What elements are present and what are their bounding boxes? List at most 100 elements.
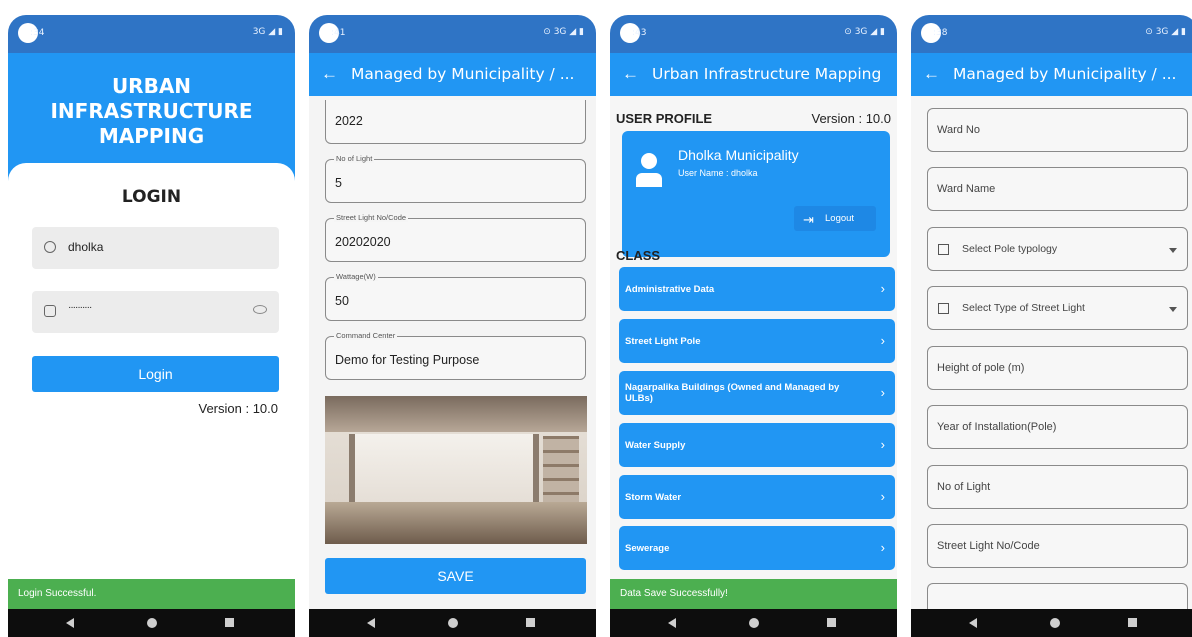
network-type: 3G xyxy=(1155,27,1169,37)
app-bar-title: Managed by Municipality / ... xyxy=(351,65,575,83)
class-item-nagarpalika-buildings[interactable]: Nagarpalika Buildings (Owned and Managed… xyxy=(619,371,895,415)
app-title-line1: URBAN INFRASTRUCTURE xyxy=(50,74,253,123)
dashboard-screen: :43 ⊙ 3G ◢ ▮ ← Urban Infrastructure Mapp… xyxy=(610,15,897,637)
avatar-body xyxy=(636,173,662,187)
photo-window xyxy=(349,434,539,504)
status-time: :41 xyxy=(331,28,346,38)
status-bar: :41 ⊙ 3G ◢ ▮ xyxy=(309,15,596,53)
year-field[interactable]: 2022 xyxy=(325,100,586,144)
app-bar-title: Urban Infrastructure Mapping xyxy=(652,65,882,83)
logout-icon: ⇥ xyxy=(803,212,814,227)
street-light-code-field[interactable]: Street Light No/Code xyxy=(927,524,1188,568)
nav-home-icon[interactable] xyxy=(147,618,157,628)
chevron-right-icon: › xyxy=(880,281,885,296)
back-arrow-icon[interactable]: ← xyxy=(622,64,639,84)
logout-label: Logout xyxy=(825,213,855,224)
ward-name-field[interactable]: Ward Name xyxy=(927,167,1188,211)
chevron-right-icon: › xyxy=(880,333,885,348)
captured-photo xyxy=(325,396,587,544)
class-item-label: Nagarpalika Buildings (Owned and Managed… xyxy=(625,382,840,404)
username-value: dholka xyxy=(68,240,104,254)
app-title: URBAN INFRASTRUCTURE MAPPING xyxy=(8,74,295,149)
signal-battery-indicator: 3G ◢ ▮ xyxy=(252,27,283,37)
field-placeholder: Street Light No/Code xyxy=(937,540,1040,552)
class-item-sewerage[interactable]: Sewerage › xyxy=(619,526,895,570)
field-label: Street Light No/Code xyxy=(334,213,409,222)
command-center-field[interactable]: Command Center Demo for Testing Purpose xyxy=(325,331,586,380)
nav-recents-icon[interactable] xyxy=(1128,618,1137,627)
field-value: 5 xyxy=(335,176,342,190)
chevron-right-icon: › xyxy=(880,489,885,504)
user-avatar-icon xyxy=(636,153,662,193)
lock-icon xyxy=(44,305,56,317)
class-item-administrative-data[interactable]: Administrative Data › xyxy=(619,267,895,311)
nav-back-icon[interactable] xyxy=(367,618,375,628)
snackbar: Login Successful. xyxy=(8,579,295,609)
app-bar: ← Urban Infrastructure Mapping xyxy=(610,53,897,96)
dropdown-placeholder: Select Type of Street Light xyxy=(962,302,1085,314)
nav-back-icon[interactable] xyxy=(66,618,74,628)
list-icon xyxy=(938,303,949,314)
height-of-pole-field[interactable]: Height of pole (m) xyxy=(927,346,1188,390)
class-item-label: Water Supply xyxy=(625,439,686,451)
signal-battery-indicator: ⊙ 3G ◢ ▮ xyxy=(844,27,885,37)
app-bar: ← Managed by Municipality / ... xyxy=(309,53,596,96)
status-bar: :34 3G ◢ ▮ xyxy=(8,15,295,53)
field-value: 2022 xyxy=(335,114,363,128)
back-arrow-icon[interactable]: ← xyxy=(321,64,338,84)
no-of-light-field[interactable]: No of Light xyxy=(927,465,1188,509)
nav-home-icon[interactable] xyxy=(749,618,759,628)
nav-home-icon[interactable] xyxy=(448,618,458,628)
nav-back-icon[interactable] xyxy=(668,618,676,628)
field-placeholder: No of Light xyxy=(937,481,991,493)
save-button[interactable]: SAVE xyxy=(325,558,586,594)
status-bar: :43 ⊙ 3G ◢ ▮ xyxy=(610,15,897,53)
login-button[interactable]: Login xyxy=(32,356,279,392)
field-label: Wattage(W) xyxy=(334,272,378,281)
no-of-light-field[interactable]: No of Light 5 xyxy=(325,154,586,203)
ward-no-field[interactable]: Ward No xyxy=(927,108,1188,152)
logout-button[interactable]: ⇥ Logout xyxy=(794,206,876,231)
app-title-line2: MAPPING xyxy=(98,124,205,148)
nav-recents-icon[interactable] xyxy=(827,618,836,627)
wattage-field[interactable]: Wattage(W) 50 xyxy=(325,272,586,321)
login-heading: LOGIN xyxy=(121,187,182,207)
nav-back-icon[interactable] xyxy=(969,618,977,628)
field-label: No of Light xyxy=(334,154,375,163)
user-icon xyxy=(44,241,56,253)
nav-home-icon[interactable] xyxy=(1050,618,1060,628)
class-item-storm-water[interactable]: Storm Water › xyxy=(619,475,895,519)
class-item-water-supply[interactable]: Water Supply › xyxy=(619,423,895,467)
class-heading: CLASS xyxy=(616,248,661,263)
back-arrow-icon[interactable]: ← xyxy=(923,64,940,84)
version-label: Version : 10.0 xyxy=(198,401,279,416)
field-placeholder: Height of pole (m) xyxy=(937,362,1025,374)
photo-floor xyxy=(325,502,587,544)
version-label: Version : 10.0 xyxy=(811,111,892,126)
year-of-installation-field[interactable]: Year of Installation(Pole) xyxy=(927,405,1188,449)
nav-recents-icon[interactable] xyxy=(526,618,535,627)
class-item-street-light-pole[interactable]: Street Light Pole › xyxy=(619,319,895,363)
password-value: ·········· xyxy=(68,302,92,313)
profile-name: Dholka Municipality xyxy=(678,147,799,163)
pole-typology-dropdown[interactable]: Select Pole typology xyxy=(927,227,1188,271)
pole-entry-form-screen: :38 ⊙ 3G ◢ ▮ ← Managed by Municipality /… xyxy=(911,15,1192,637)
chevron-right-icon: › xyxy=(880,385,885,400)
chevron-right-icon: › xyxy=(880,540,885,555)
system-nav-bar xyxy=(911,609,1192,637)
username-field[interactable]: dholka xyxy=(32,227,279,269)
network-type: 3G xyxy=(553,27,567,37)
class-item-label: Storm Water xyxy=(625,491,682,503)
password-field[interactable]: ·········· xyxy=(32,291,279,333)
system-nav-bar xyxy=(610,609,897,637)
field-value: Demo for Testing Purpose xyxy=(335,353,480,367)
street-light-code-field[interactable]: Street Light No/Code 20202020 xyxy=(325,213,586,262)
class-item-label: Administrative Data xyxy=(625,283,715,295)
snackbar: Data Save Successfully! xyxy=(610,579,897,609)
system-nav-bar xyxy=(8,609,295,637)
field-value: 20202020 xyxy=(335,235,391,249)
profile-username: User Name : dholka xyxy=(678,168,758,178)
eye-icon[interactable] xyxy=(253,305,267,314)
street-light-type-dropdown[interactable]: Select Type of Street Light xyxy=(927,286,1188,330)
nav-recents-icon[interactable] xyxy=(225,618,234,627)
